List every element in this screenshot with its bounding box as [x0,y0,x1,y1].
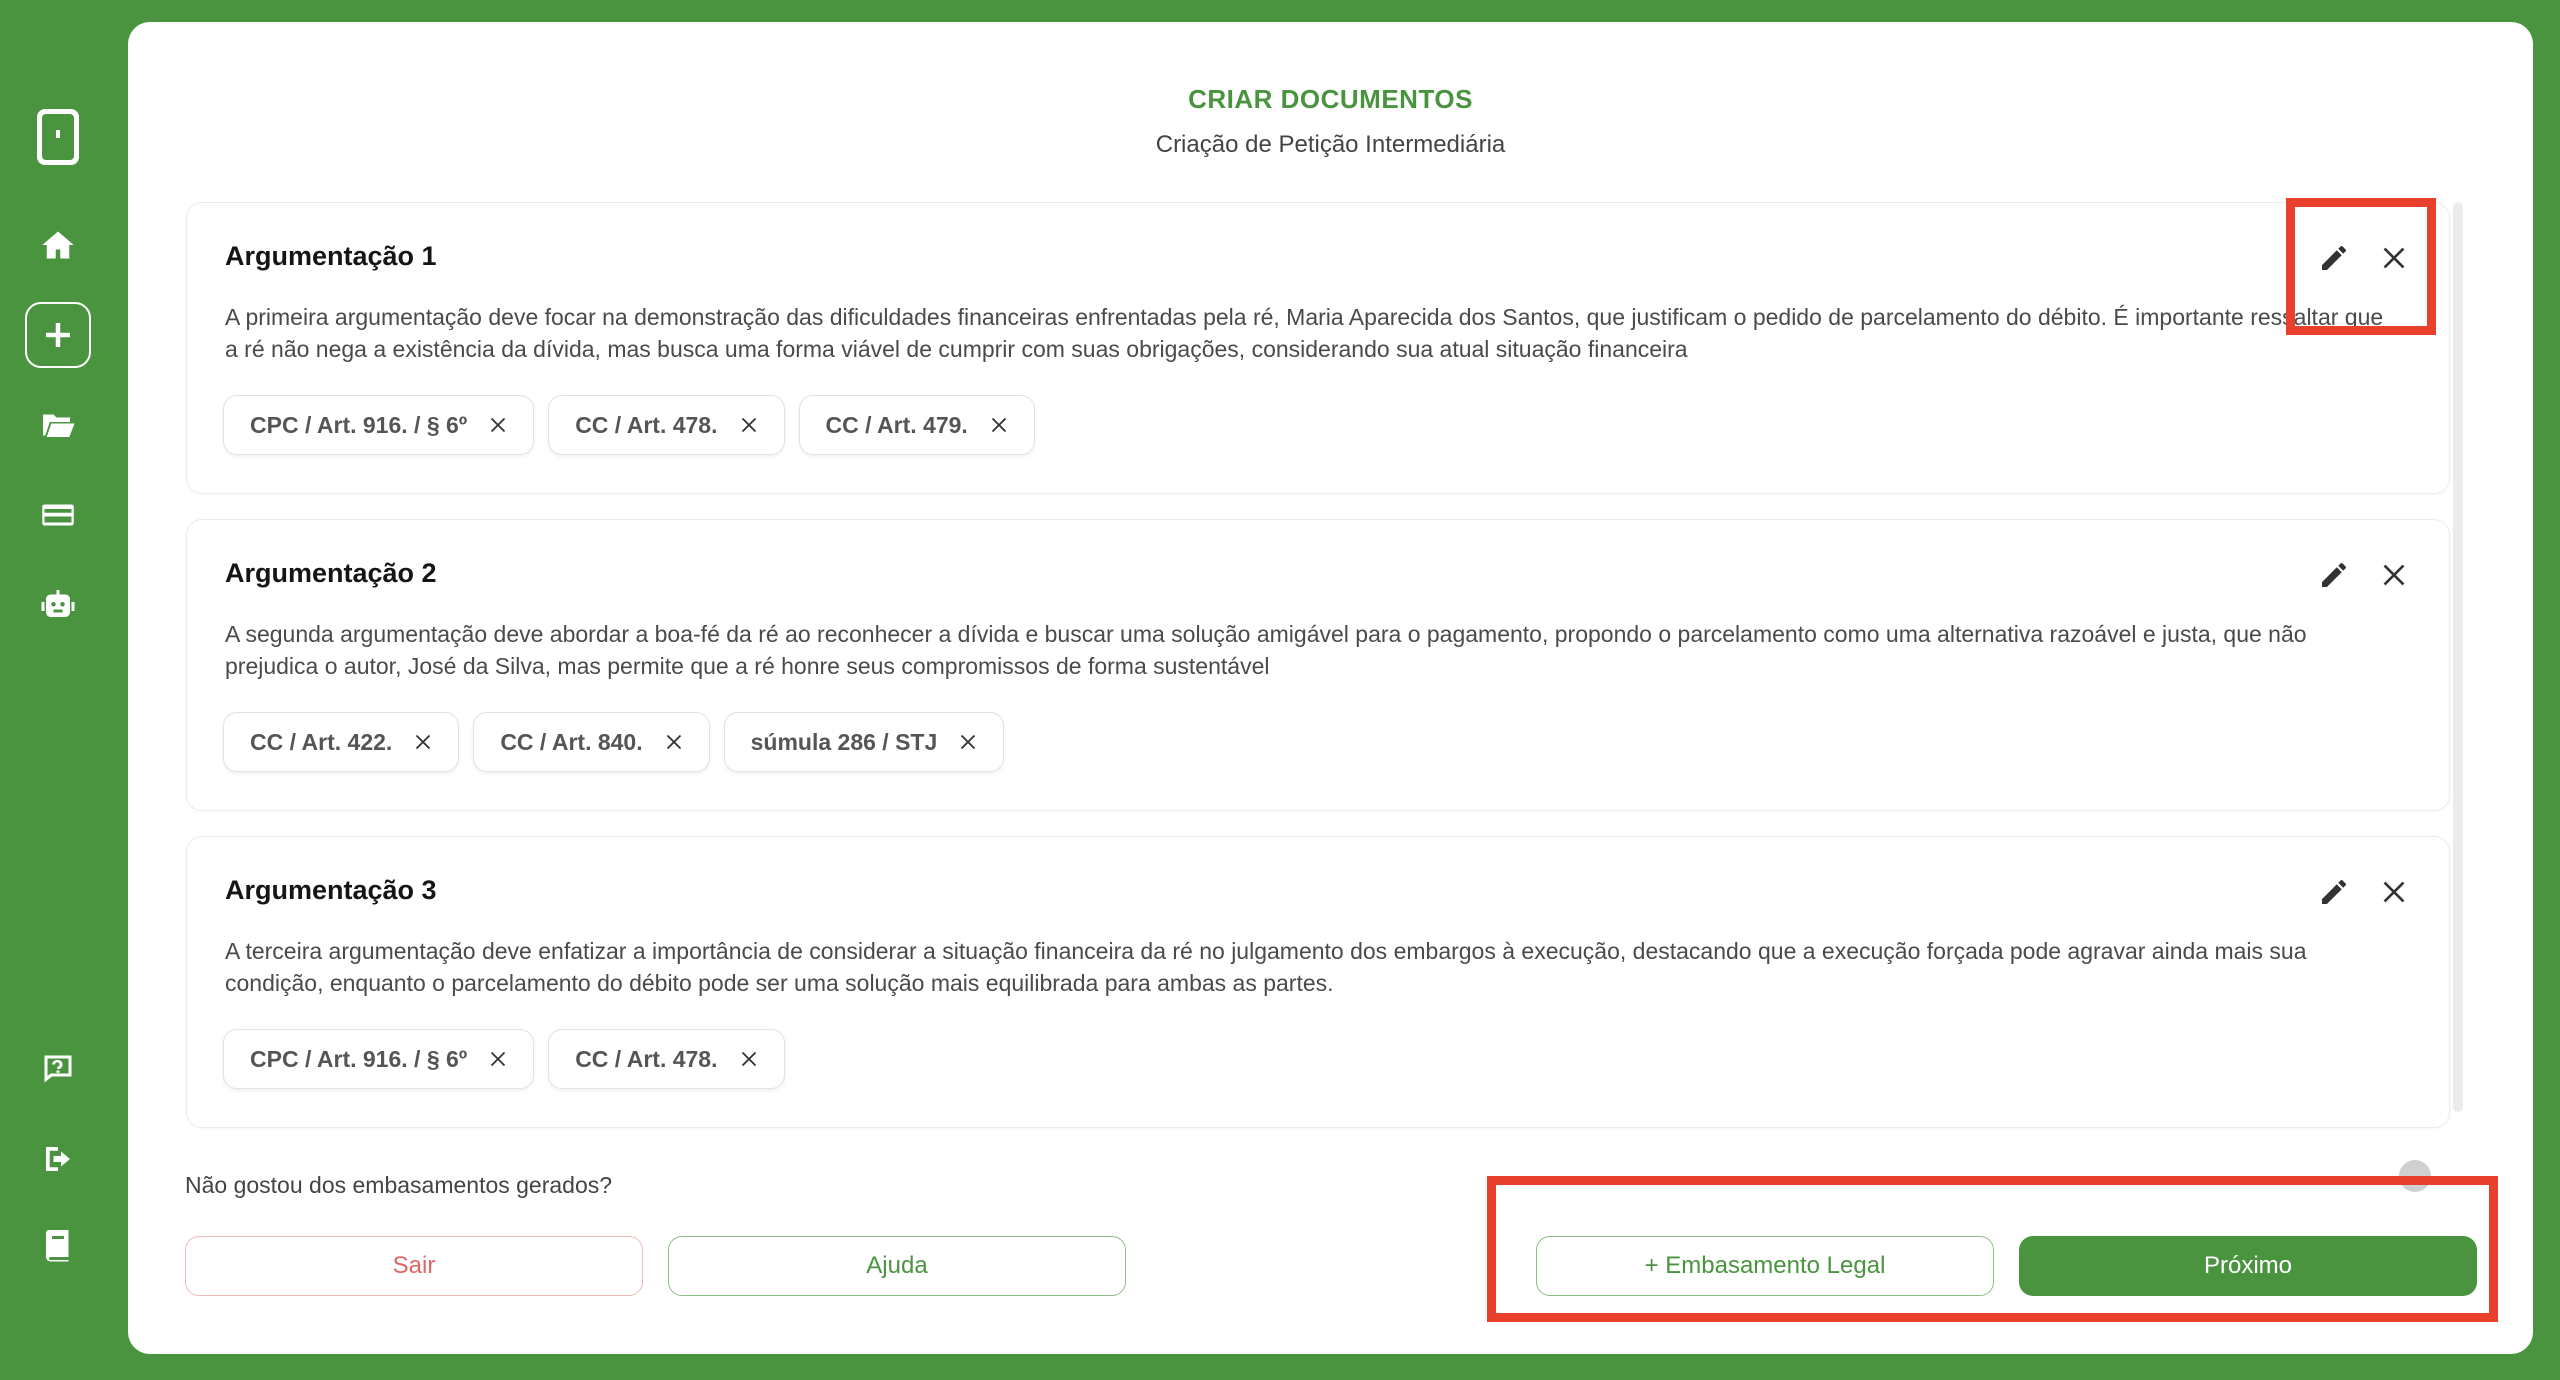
scroll-indicator[interactable] [2399,1160,2431,1192]
close-icon [491,1051,506,1067]
legal-basis-tags: CPC / Art. 916. / § 6º CC / Art. 478. [223,1029,785,1089]
page-subtitle: Criação de Petição Intermediária [1155,131,1506,158]
close-icon [666,734,681,750]
argument-card-3: Argumentação 3 A terceira argumentação d… [186,836,2450,1128]
sign-out-icon [46,1147,70,1171]
argument-text: A segunda argumentação deve abordar a bo… [225,621,2307,679]
argument-card-1: Argumentação 1 A primeira argumentação d… [186,202,2450,494]
argument-card-2: Argumentação 2 A segunda argumentação de… [186,519,2450,811]
argument-title: Argumentação 2 [225,558,437,588]
legal-basis-tag: CPC / Art. 916. / § 6º [223,395,535,455]
legal-basis-tag: CC / Art. 478. [548,395,785,455]
argument-actions [2315,239,2413,277]
argument-title: Argumentação 1 [225,241,437,271]
exit-button[interactable]: Sair [185,1236,643,1296]
tag-label: CC / Art. 478. [575,1045,718,1072]
scrollbar[interactable] [2453,202,2463,1112]
remove-tag-button[interactable] [487,1048,509,1070]
close-icon [2383,564,2405,586]
tag-label: súmula 286 / STJ [750,728,938,755]
argument-text: A primeira argumentação deve focar na de… [225,304,2384,362]
edit-argument-button[interactable] [2315,873,2353,911]
close-icon [991,417,1006,433]
sidebar-item-docs[interactable] [25,1212,91,1278]
sidebar-item-assistant[interactable] [25,572,91,638]
sidebar-item-billing[interactable] [25,482,91,548]
sidebar-item-new-document[interactable] [25,302,91,368]
close-icon [961,734,976,750]
remove-argument-button[interactable] [2375,556,2413,594]
main-panel: CRIAR DOCUMENTOS Criação de Petição Inte… [128,22,2533,1354]
sidebar-item-logout[interactable] [25,1126,91,1192]
home-icon [42,231,74,259]
pencil-icon [2322,246,2346,270]
plus-icon [46,323,70,347]
close-icon [741,1051,756,1067]
remove-tag-button[interactable] [412,731,434,753]
next-button[interactable]: Próximo [2019,1236,2477,1296]
robot-icon [41,590,75,617]
tag-label: CC / Art. 479. [825,411,968,438]
credit-card-icon [42,504,74,526]
legal-basis-tags: CPC / Art. 916. / § 6º CC / Art. 478. CC… [223,395,1035,455]
remove-tag-button[interactable] [988,414,1010,436]
argument-actions [2315,873,2413,911]
help-chat-icon [44,1055,72,1083]
remove-tag-button[interactable] [487,414,509,436]
remove-tag-button[interactable] [738,414,760,436]
tag-label: CC / Art. 478. [575,411,718,438]
tag-label: CC / Art. 840. [500,728,643,755]
tag-label: CC / Art. 422. [250,728,393,755]
remove-argument-button[interactable] [2375,873,2413,911]
remove-tag-button[interactable] [663,731,685,753]
argument-actions [2315,556,2413,594]
legal-basis-tag: súmula 286 / STJ [723,712,1005,772]
edit-argument-button[interactable] [2315,239,2353,277]
close-icon [2383,881,2405,903]
regenerate-question: Não gostou dos embasamentos gerados? [185,1172,613,1198]
phone-logo-icon [37,109,79,165]
legal-basis-tag: CC / Art. 840. [473,712,710,772]
legal-basis-tag: CC / Art. 422. [223,712,460,772]
legal-basis-tags: CC / Art. 422. CC / Art. 840. súmula 286… [223,712,1005,772]
pencil-icon [2322,563,2346,587]
legal-basis-tag: CC / Art. 478. [548,1029,785,1089]
sidebar-item-folders[interactable] [25,392,91,458]
remove-argument-button[interactable] [2375,239,2413,277]
add-legal-basis-button[interactable]: + Embasamento Legal [1536,1236,1994,1296]
argument-title: Argumentação 3 [225,875,437,905]
help-button[interactable]: Ajuda [668,1236,1126,1296]
legal-basis-tag: CPC / Art. 916. / § 6º [223,1029,535,1089]
legal-basis-tag: CC / Art. 479. [798,395,1035,455]
tag-label: CPC / Art. 916. / § 6º [250,1045,468,1072]
folder-open-icon [43,414,75,437]
edit-argument-button[interactable] [2315,556,2353,594]
sidebar-item-home[interactable] [25,212,91,278]
remove-tag-button[interactable] [957,731,979,753]
close-icon [491,417,506,433]
argument-text: A terceira argumentação deve enfatizar a… [225,938,2307,996]
app-logo[interactable] [25,104,91,170]
book-icon [46,1230,69,1262]
page-title: CRIAR DOCUMENTOS [1188,84,1473,114]
remove-tag-button[interactable] [738,1048,760,1070]
close-icon [416,734,431,750]
sidebar-item-help[interactable] [25,1036,91,1102]
sidebar [0,0,128,1380]
close-icon [2383,247,2405,269]
tag-label: CPC / Art. 916. / § 6º [250,411,468,438]
pencil-icon [2322,880,2346,904]
close-icon [741,417,756,433]
